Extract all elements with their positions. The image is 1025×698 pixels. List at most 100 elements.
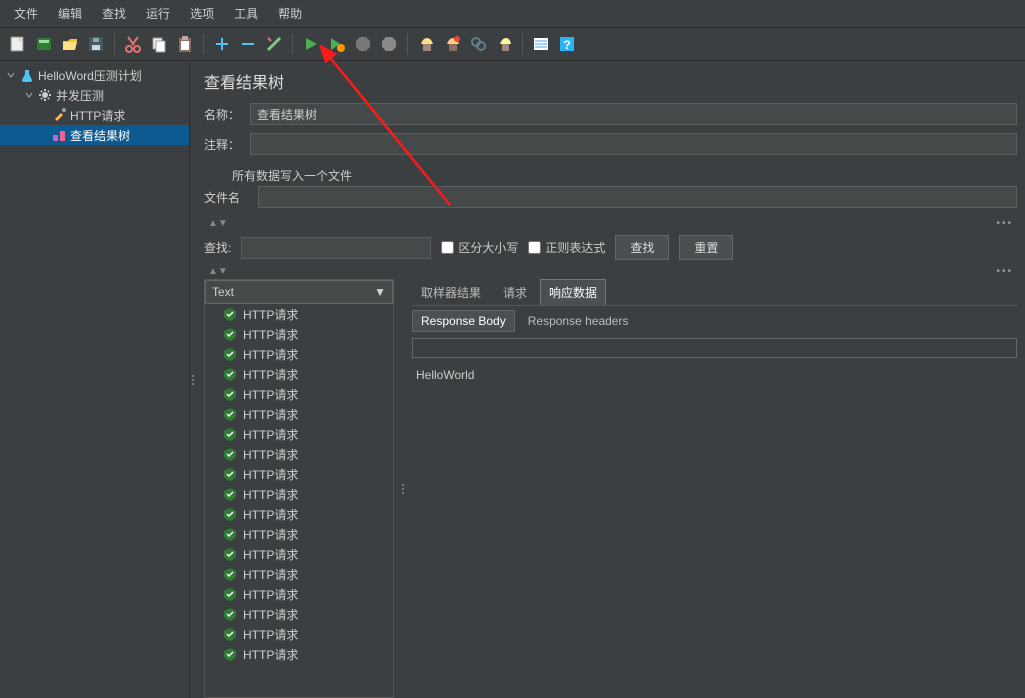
result-item[interactable]: HTTP请求 xyxy=(205,344,393,364)
reset-button[interactable]: 重置 xyxy=(679,235,733,260)
filename-label: 文件名 xyxy=(204,189,252,206)
open-icon[interactable] xyxy=(58,32,82,56)
toolbar: ? xyxy=(0,28,1025,61)
tree-node-threadgroup[interactable]: 并发压测 xyxy=(0,85,189,105)
search-input[interactable] xyxy=(241,237,431,259)
success-icon xyxy=(223,547,237,561)
result-item[interactable]: HTTP请求 xyxy=(205,504,393,524)
result-label: HTTP请求 xyxy=(243,426,298,443)
reset-search-icon[interactable] xyxy=(492,32,516,56)
success-icon xyxy=(223,307,237,321)
success-icon xyxy=(223,567,237,581)
result-item[interactable]: HTTP请求 xyxy=(205,444,393,464)
run-icon[interactable] xyxy=(299,32,323,56)
result-item[interactable]: HTTP请求 xyxy=(205,624,393,644)
result-item[interactable]: HTTP请求 xyxy=(205,464,393,484)
help-icon[interactable]: ? xyxy=(555,32,579,56)
tree-node-testplan[interactable]: HelloWord压测计划 xyxy=(0,65,189,85)
section-toggle[interactable]: ▲▼••• xyxy=(204,216,1017,231)
result-item[interactable]: HTTP请求 xyxy=(205,404,393,424)
filename-input[interactable] xyxy=(258,186,1017,208)
success-icon xyxy=(223,387,237,401)
svg-text:?: ? xyxy=(563,38,570,52)
comment-label: 注释： xyxy=(204,136,244,153)
splitter-handle[interactable] xyxy=(400,279,406,698)
menu-tools[interactable]: 工具 xyxy=(224,3,268,24)
result-item[interactable]: HTTP请求 xyxy=(205,324,393,344)
success-icon xyxy=(223,587,237,601)
chevron-down-icon[interactable] xyxy=(24,90,34,100)
flask-icon xyxy=(20,68,34,82)
regex-checkbox[interactable]: 正则表达式 xyxy=(528,239,605,256)
tree-node-sampler[interactable]: HTTP请求 xyxy=(0,105,189,125)
success-icon xyxy=(223,467,237,481)
result-label: HTTP请求 xyxy=(243,386,298,403)
success-icon xyxy=(223,427,237,441)
subtab-response-headers[interactable]: Response headers xyxy=(519,310,638,332)
chevron-down-icon[interactable] xyxy=(6,70,16,80)
comment-input[interactable] xyxy=(250,133,1017,155)
function-helper-icon[interactable] xyxy=(529,32,553,56)
search-icon[interactable] xyxy=(466,32,490,56)
result-label: HTTP请求 xyxy=(243,526,298,543)
tree-node-listener[interactable]: 查看结果树 xyxy=(0,125,189,145)
run-no-timer-icon[interactable] xyxy=(325,32,349,56)
new-icon[interactable] xyxy=(6,32,30,56)
cut-icon[interactable] xyxy=(121,32,145,56)
success-icon xyxy=(223,487,237,501)
result-label: HTTP请求 xyxy=(243,466,298,483)
result-item[interactable]: HTTP请求 xyxy=(205,384,393,404)
result-item[interactable]: HTTP请求 xyxy=(205,424,393,444)
menu-file[interactable]: 文件 xyxy=(4,3,48,24)
result-item[interactable]: HTTP请求 xyxy=(205,524,393,544)
copy-icon[interactable] xyxy=(147,32,171,56)
paste-icon[interactable] xyxy=(173,32,197,56)
result-item[interactable]: HTTP请求 xyxy=(205,564,393,584)
result-label: HTTP请求 xyxy=(243,446,298,463)
clear-all-icon[interactable] xyxy=(440,32,464,56)
name-input[interactable] xyxy=(250,103,1017,125)
stop-icon[interactable] xyxy=(351,32,375,56)
expand-icon[interactable] xyxy=(210,32,234,56)
result-item[interactable]: HTTP请求 xyxy=(205,644,393,664)
shutdown-icon[interactable] xyxy=(377,32,401,56)
result-label: HTTP请求 xyxy=(243,506,298,523)
success-icon xyxy=(223,407,237,421)
tab-request[interactable]: 请求 xyxy=(494,279,536,305)
save-icon[interactable] xyxy=(84,32,108,56)
clear-icon[interactable] xyxy=(414,32,438,56)
menu-help[interactable]: 帮助 xyxy=(268,3,312,24)
search-label: 查找: xyxy=(204,239,231,256)
tab-sampler-result[interactable]: 取样器结果 xyxy=(412,279,490,305)
result-item[interactable]: HTTP请求 xyxy=(205,584,393,604)
success-icon xyxy=(223,367,237,381)
combo-value: Text xyxy=(212,285,234,299)
section-toggle-2[interactable]: ▲▼••• xyxy=(204,264,1017,279)
menu-search[interactable]: 查找 xyxy=(92,3,136,24)
render-combo[interactable]: Text ▼ xyxy=(205,280,393,304)
menu-edit[interactable]: 编辑 xyxy=(48,3,92,24)
result-item[interactable]: HTTP请求 xyxy=(205,544,393,564)
menu-run[interactable]: 运行 xyxy=(136,3,180,24)
search-button[interactable]: 查找 xyxy=(615,235,669,260)
collapse-icon[interactable] xyxy=(236,32,260,56)
panel-title: 查看结果树 xyxy=(204,69,1017,93)
templates-icon[interactable] xyxy=(32,32,56,56)
tree-label: 查看结果树 xyxy=(70,127,130,144)
result-item[interactable]: HTTP请求 xyxy=(205,304,393,324)
toggle-icon[interactable] xyxy=(262,32,286,56)
result-item[interactable]: HTTP请求 xyxy=(205,484,393,504)
tab-response-data[interactable]: 响应数据 xyxy=(540,279,606,305)
case-sensitive-checkbox[interactable]: 区分大小写 xyxy=(441,239,518,256)
success-icon xyxy=(223,347,237,361)
result-item[interactable]: HTTP请求 xyxy=(205,364,393,384)
subtab-response-body[interactable]: Response Body xyxy=(412,310,515,332)
result-label: HTTP请求 xyxy=(243,486,298,503)
result-item[interactable]: HTTP请求 xyxy=(205,604,393,624)
result-list[interactable]: HTTP请求HTTP请求HTTP请求HTTP请求HTTP请求HTTP请求HTTP… xyxy=(205,304,393,697)
response-body-text: HelloWorld xyxy=(412,358,1017,392)
menu-options[interactable]: 选项 xyxy=(180,3,224,24)
success-icon xyxy=(223,527,237,541)
chevron-down-icon: ▼ xyxy=(374,285,386,299)
result-label: HTTP请求 xyxy=(243,306,298,323)
